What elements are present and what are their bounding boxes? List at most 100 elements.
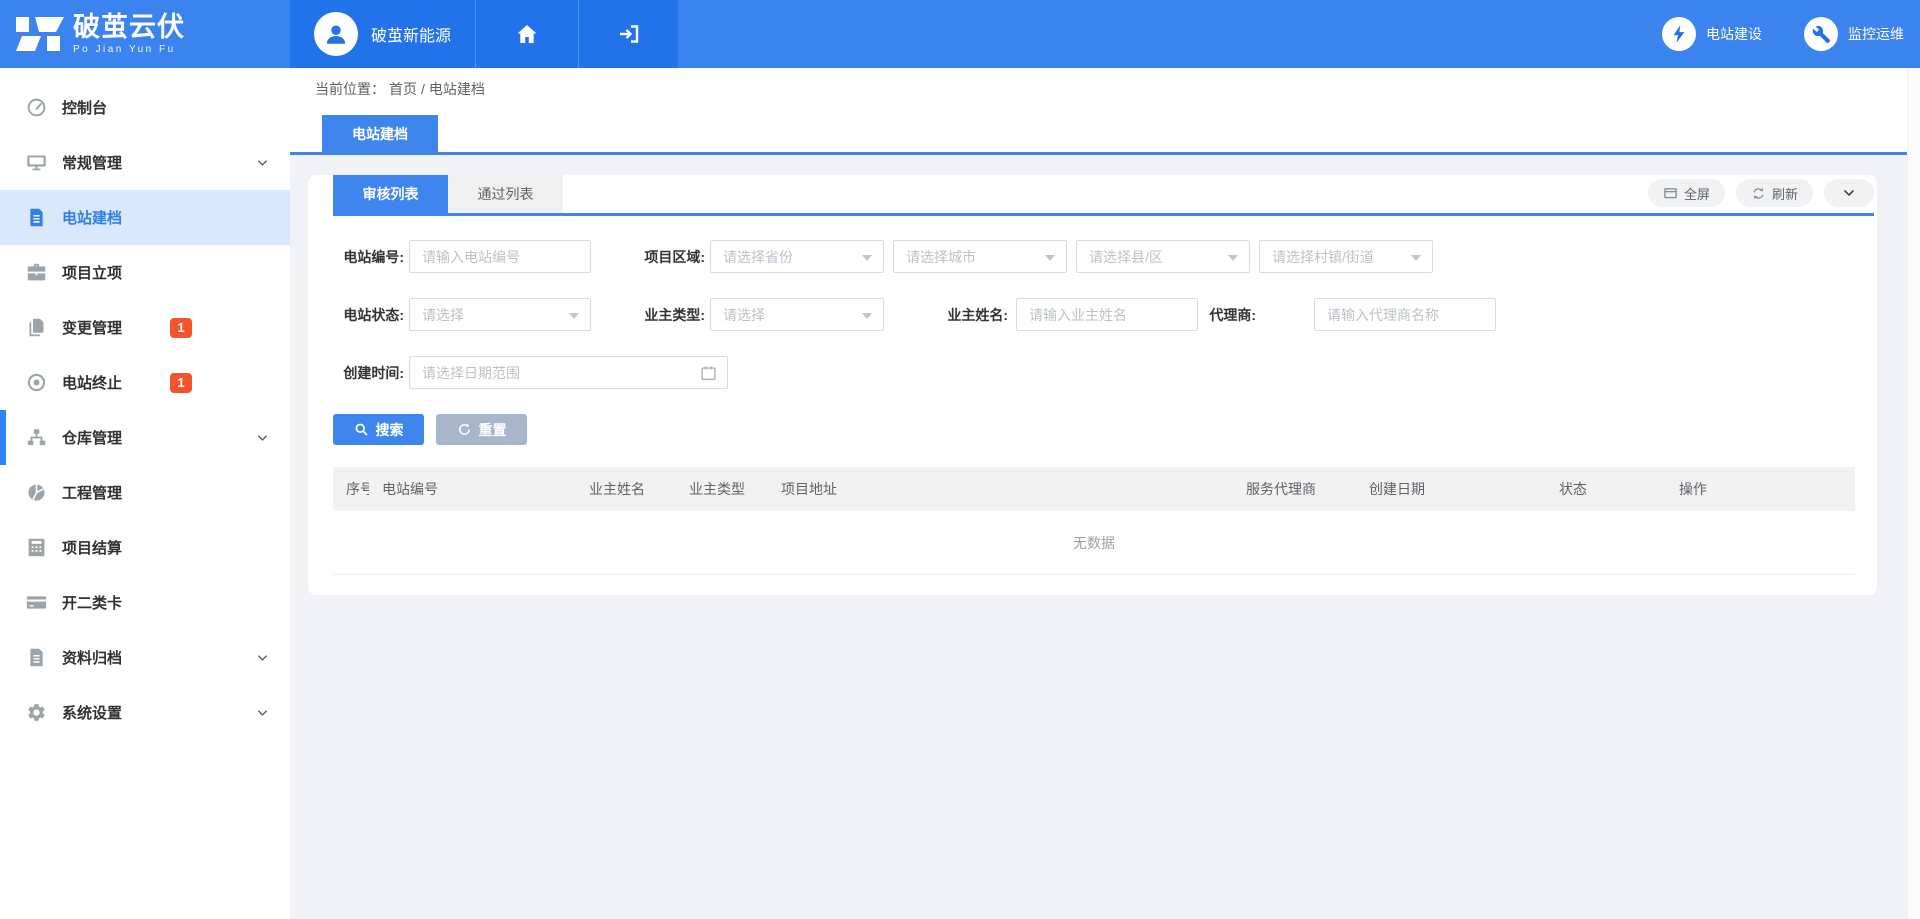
sidebar-item-label: 变更管理 — [62, 317, 122, 338]
home-button[interactable] — [475, 0, 578, 68]
credit-card-icon — [25, 592, 47, 614]
date-range-input[interactable] — [409, 356, 728, 389]
sidebar-item-system-settings[interactable]: 系统设置 — [0, 685, 290, 740]
city-select[interactable]: 请选择城市 — [893, 240, 1067, 273]
station-status-select[interactable]: 请选择 — [409, 298, 591, 331]
owner-name-input[interactable] — [1016, 298, 1198, 331]
archive-icon — [25, 647, 47, 669]
user-avatar-icon — [314, 12, 358, 56]
lightning-icon — [1662, 17, 1696, 51]
nav-label: 监控运维 — [1848, 24, 1904, 44]
col-status: 状态 — [1546, 479, 1666, 499]
sidebar-item-label: 电站终止 — [62, 372, 122, 393]
sidebar-item-label: 电站建档 — [62, 207, 122, 228]
chevron-down-icon — [255, 650, 270, 665]
caret-down-icon — [1411, 255, 1421, 261]
owner-type-label: 业主类型: — [639, 305, 705, 325]
region-label: 项目区域: — [639, 247, 705, 267]
breadcrumb-prefix: 当前位置： — [315, 79, 385, 99]
sidebar-item-label: 常规管理 — [62, 152, 122, 173]
nav-station-construction[interactable]: 电站建设 — [1662, 0, 1762, 68]
sitemap-icon — [25, 427, 47, 449]
calculator-icon — [25, 537, 47, 559]
province-placeholder: 请选择省份 — [723, 247, 793, 267]
user-name: 破茧新能源 — [371, 22, 451, 46]
city-placeholder: 请选择城市 — [906, 247, 976, 267]
sidebar-item-engineering-mgmt[interactable]: 工程管理 — [0, 465, 290, 520]
refresh-button[interactable]: 刷新 — [1736, 179, 1813, 207]
breadcrumb-separator: / — [421, 81, 425, 97]
county-select[interactable]: 请选择县/区 — [1076, 240, 1250, 273]
page-tab-station-filing[interactable]: 电站建档 — [322, 115, 438, 152]
table-header: 序号 电站编号 业主姓名 业主类型 项目地址 服务代理商 创建日期 状态 操作 — [333, 467, 1855, 511]
col-station-no: 电站编号 — [369, 479, 576, 499]
sidebar-item-dashboard[interactable]: 控制台 — [0, 80, 290, 135]
top-header: 破茧云伏 Po Jian Yun Fu 破茧新能源 — [0, 0, 1920, 68]
pie-chart-icon — [25, 482, 47, 504]
wrench-icon — [1804, 17, 1838, 51]
sidebar: 控制台 常规管理 — [0, 68, 290, 919]
vertical-scrollbar[interactable] — [1907, 68, 1920, 919]
sidebar-item-warehouse-mgmt[interactable]: 仓库管理 — [0, 410, 290, 465]
col-created: 创建日期 — [1356, 479, 1546, 499]
fullscreen-button[interactable]: 全屏 — [1648, 179, 1725, 207]
breadcrumb-current: 电站建档 — [429, 79, 485, 99]
sidebar-item-general-mgmt[interactable]: 常规管理 — [0, 135, 290, 190]
notification-badge: 1 — [170, 318, 192, 338]
station-filing-card: 审核列表 通过列表 全屏 — [308, 175, 1877, 595]
owner-type-placeholder: 请选择 — [723, 305, 765, 325]
created-time-label: 创建时间: — [333, 363, 404, 383]
caret-down-icon — [569, 313, 579, 319]
caret-down-icon — [862, 255, 872, 261]
brand-subtitle: Po Jian Yun Fu — [73, 45, 185, 55]
station-no-input[interactable] — [409, 240, 591, 273]
header-spacer — [678, 0, 1662, 68]
caret-down-icon — [1228, 255, 1238, 261]
sidebar-item-project-initiation[interactable]: 项目立项 — [0, 245, 290, 300]
tab-approved-list[interactable]: 通过列表 — [448, 175, 563, 213]
owner-type-select[interactable]: 请选择 — [710, 298, 884, 331]
col-actions: 操作 — [1666, 479, 1854, 499]
sidebar-item-change-mgmt[interactable]: 变更管理 1 — [0, 300, 290, 355]
sidebar-item-project-settlement[interactable]: 项目结算 — [0, 520, 290, 575]
gear-icon — [25, 702, 47, 724]
content-area: 审核列表 通过列表 全屏 — [290, 155, 1907, 919]
sidebar-item-label: 开二类卡 — [62, 592, 122, 613]
col-agent: 服务代理商 — [1233, 479, 1356, 499]
reset-button[interactable]: 重置 — [436, 414, 527, 445]
sidebar-item-label: 项目立项 — [62, 262, 122, 283]
fullscreen-label: 全屏 — [1684, 184, 1710, 203]
sidebar-item-label: 工程管理 — [62, 482, 122, 503]
current-user[interactable]: 破茧新能源 — [290, 0, 475, 68]
nav-monitoring-ops[interactable]: 监控运维 — [1804, 0, 1904, 68]
brand-title: 破茧云伏 — [73, 14, 185, 41]
sidebar-item-data-archive[interactable]: 资料归档 — [0, 630, 290, 685]
status-placeholder: 请选择 — [422, 305, 464, 325]
province-select[interactable]: 请选择省份 — [710, 240, 884, 273]
briefcase-icon — [25, 262, 47, 284]
card-tabs: 审核列表 通过列表 — [333, 175, 563, 213]
table-empty-state: 无数据 — [333, 511, 1855, 575]
tab-review-list[interactable]: 审核列表 — [333, 175, 448, 213]
agent-input[interactable] — [1314, 298, 1496, 331]
document-icon — [25, 207, 47, 229]
sidebar-item-label: 资料归档 — [62, 647, 122, 668]
collapse-toolbar-button[interactable] — [1824, 179, 1874, 207]
station-no-label: 电站编号: — [333, 247, 404, 267]
app-window: 破茧云伏 Po Jian Yun Fu 破茧新能源 — [0, 0, 1920, 919]
date-range-picker[interactable] — [409, 356, 728, 389]
chevron-down-icon — [255, 430, 270, 445]
sidebar-item-station-termination[interactable]: 电站终止 1 — [0, 355, 290, 410]
brand-logo-icon — [16, 17, 64, 51]
sidebar-item-station-filing[interactable]: 电站建档 — [0, 190, 290, 245]
breadcrumb: 当前位置： 首页 / 电站建档 — [290, 68, 1907, 110]
sidebar-item-open-class2-card[interactable]: 开二类卡 — [0, 575, 290, 630]
logout-button[interactable] — [578, 0, 678, 68]
fullscreen-icon — [1663, 186, 1678, 201]
sidebar-item-label: 仓库管理 — [62, 427, 122, 448]
town-select[interactable]: 请选择村镇/街道 — [1259, 240, 1433, 273]
active-accent-bar — [0, 410, 6, 465]
search-button[interactable]: 搜索 — [333, 414, 424, 445]
town-placeholder: 请选择村镇/街道 — [1272, 247, 1374, 267]
breadcrumb-home[interactable]: 首页 — [389, 79, 417, 99]
